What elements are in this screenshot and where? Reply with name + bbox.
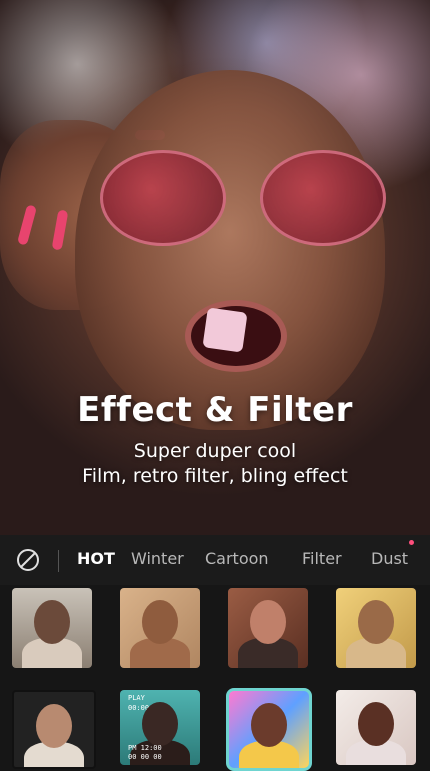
effect-thumbnail[interactable]: [336, 690, 416, 765]
vhs-label: PLAY: [128, 694, 145, 702]
effect-thumbnail[interactable]: [336, 588, 416, 668]
vhs-label: 00 00 00: [128, 753, 162, 761]
effect-thumbnail-frame[interactable]: [12, 690, 96, 769]
hero-subtitle-2: Film, retro filter, bling effect: [82, 465, 348, 487]
hero-banner: Effect & Filter Super duper cool Film, r…: [0, 0, 430, 535]
new-indicator-dot: [409, 540, 414, 545]
tab-filter[interactable]: Filter: [302, 549, 342, 568]
tab-dust[interactable]: Dust: [371, 549, 408, 568]
thumb-figure: [358, 600, 394, 644]
effect-thumbnail[interactable]: [12, 588, 92, 668]
hero-title: Effect & Filter: [77, 390, 353, 430]
thumb-figure: [34, 600, 70, 644]
effect-thumbnail-vhs[interactable]: PLAY 00:00:00 PM 12:00 00 00 00: [120, 690, 200, 765]
thumb-figure: [142, 600, 178, 644]
thumb-figure: [142, 702, 178, 746]
category-tabbar: HOT Winter Cartoon Filter Dust: [0, 535, 430, 585]
tab-winter[interactable]: Winter: [131, 549, 184, 568]
face-shape: [75, 70, 385, 430]
effect-thumbnail[interactable]: [120, 588, 200, 668]
thumb-figure: [251, 703, 287, 747]
hero-subtitle-1: Super duper cool: [133, 440, 297, 462]
tab-hot[interactable]: HOT: [77, 549, 115, 568]
lens-left: [100, 150, 226, 246]
no-filter-icon[interactable]: [16, 548, 40, 572]
tab-cartoon[interactable]: Cartoon: [205, 549, 269, 568]
sunglasses-shape: [100, 150, 386, 246]
thumb-figure: [36, 704, 72, 748]
vhs-label: PM 12:00: [128, 744, 162, 752]
effect-thumbnail[interactable]: [228, 588, 308, 668]
lens-right: [260, 150, 386, 246]
effect-thumbnail-selected[interactable]: [226, 688, 312, 771]
thumb-figure: [358, 702, 394, 746]
tab-separator: [58, 550, 59, 572]
thumb-figure: [250, 600, 286, 644]
charm-shape: [202, 307, 248, 353]
